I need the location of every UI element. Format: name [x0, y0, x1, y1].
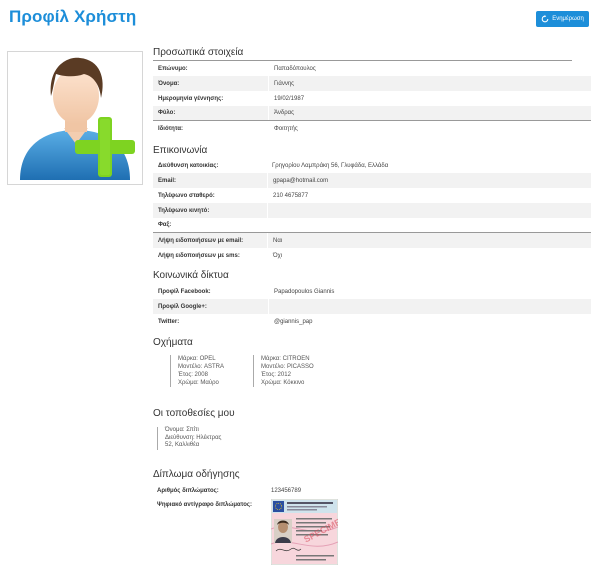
- table-row: Λήψη ειδοποιήσεων με sms: Όχι: [153, 248, 591, 263]
- location-address: Διεύθυνση: Ηλέκτρας: [165, 434, 222, 441]
- row-label: Ιδιότητα:: [158, 125, 184, 132]
- row-value: Ναι: [267, 233, 591, 248]
- social-table: Προφίλ Facebook: Papadopoulos Giannis Πρ…: [153, 284, 591, 329]
- row-value: Φοιτητής: [268, 121, 591, 136]
- row-value: [268, 299, 591, 314]
- row-label: Ημερομηνία γέννησης:: [158, 95, 224, 102]
- table-row: Email: gpapa@hotmail.com: [153, 173, 591, 188]
- vehicle-model: Μοντέλο: PICASSO: [261, 364, 314, 370]
- row-value: Γιάννης: [268, 76, 591, 91]
- page-title: Προφίλ Χρήστη: [9, 7, 137, 26]
- personal-table: Επώνυμο: Παπαδόπουλος Όνομα: Γιάννης Ημε…: [153, 61, 591, 136]
- contact-section-title: Επικοινωνία: [153, 145, 208, 156]
- table-row: Φύλο: Άνδρας: [153, 106, 591, 121]
- vehicle-card: Μάρκα: OPEL Μοντέλο: ASTRA Έτος: 2008 Χρ…: [170, 355, 224, 387]
- refresh-button-label: Ενημέρωση: [552, 16, 584, 22]
- license-image[interactable]: SPECIMEN: [270, 498, 348, 566]
- row-label: Λήψη ειδοποιήσεων με email:: [158, 237, 244, 244]
- license-number-value: 123456789: [271, 488, 302, 494]
- contact-table: Διεύθυνση κατοικίας: Γρηγορίου Λαμπράκη …: [153, 158, 591, 263]
- row-value: 19/02/1987: [268, 91, 591, 106]
- vehicle-brand: Μάρκα: CITROEN: [261, 356, 310, 362]
- vehicle-card: Μάρκα: CITROEN Μοντέλο: PICASSO Έτος: 20…: [253, 355, 314, 387]
- table-row: Τηλέφωνο κινητό:: [153, 203, 591, 218]
- row-label: Φαξ:: [158, 222, 172, 228]
- vehicle-color: Χρώμα: Μαύρο: [178, 380, 219, 386]
- row-label: Τηλέφωνο κινητό:: [158, 207, 210, 214]
- vehicle-year: Έτος: 2012: [261, 372, 291, 378]
- table-row: Φαξ:: [153, 218, 591, 233]
- row-value: gpapa@hotmail.com: [267, 173, 591, 188]
- table-row: Διεύθυνση κατοικίας: Γρηγορίου Λαμπράκη …: [153, 158, 591, 173]
- row-label: Προφίλ Google+:: [158, 303, 207, 310]
- vehicle-color: Χρώμα: Κόκκινο: [261, 380, 305, 386]
- personal-section-title: Προσωπικά στοιχεία: [153, 47, 244, 58]
- row-value: [267, 203, 591, 218]
- refresh-button[interactable]: Ενημέρωση: [536, 11, 589, 27]
- row-value: Όχι: [267, 248, 591, 263]
- table-row: Προφίλ Google+:: [153, 299, 591, 314]
- row-value: Παπαδόπουλος: [268, 61, 591, 76]
- vehicle-year: Έτος: 2008: [178, 372, 208, 378]
- location-name: Όνομα: Σπίτι: [165, 427, 199, 433]
- table-row: Twitter: @giannis_pap: [153, 314, 591, 329]
- row-label: Προφίλ Facebook:: [158, 288, 211, 295]
- social-section-title: Κοινωνικά δίκτυα: [153, 270, 229, 281]
- row-value: Άνδρας: [268, 106, 591, 120]
- driving-license-image: SPECIMEN: [270, 498, 348, 566]
- table-row: Επώνυμο: Παπαδόπουλος: [153, 61, 591, 76]
- license-copy-label: Ψηφιακό αντίγραφο διπλώματος:: [157, 502, 253, 508]
- row-label: Επώνυμο:: [158, 65, 188, 72]
- refresh-icon: [541, 15, 549, 23]
- row-value: Γρηγορίου Λαμπράκη 56, Γλυφάδα, Ελλάδα: [267, 158, 591, 173]
- row-value: Papadopoulos Giannis: [268, 284, 591, 299]
- table-row: Ιδιότητα: Φοιτητής: [153, 121, 591, 136]
- vehicles-section-title: Οχήματα: [153, 337, 193, 348]
- location-card: Όνομα: Σπίτι Διεύθυνση: Ηλέκτρας 52, Καλ…: [157, 427, 242, 450]
- vehicle-brand: Μάρκα: OPEL: [178, 356, 216, 362]
- license-number-label: Αριθμός διπλώματος:: [157, 488, 219, 494]
- table-row: Τηλέφωνο σταθερό: 210 4675877: [153, 188, 591, 203]
- vehicle-model: Μοντέλο: ASTRA: [178, 364, 224, 370]
- row-label: Όνομα:: [158, 80, 180, 87]
- avatar[interactable]: [7, 51, 143, 185]
- row-label: Διεύθυνση κατοικίας:: [158, 162, 219, 169]
- row-label: Λήψη ειδοποιήσεων με sms:: [158, 252, 240, 259]
- table-row: Προφίλ Facebook: Papadopoulos Giannis: [153, 284, 591, 299]
- row-label: Φύλο:: [158, 110, 176, 116]
- locations-section-title: Οι τοποθεσίες μου: [153, 408, 235, 419]
- row-value: @giannis_pap: [268, 314, 591, 329]
- location-address-line2: 52, Καλλιθέα: [165, 442, 200, 448]
- row-label: Email:: [158, 177, 177, 184]
- row-label: Twitter:: [158, 318, 180, 325]
- table-row: Όνομα: Γιάννης: [153, 76, 591, 91]
- row-value: 210 4675877: [267, 188, 591, 203]
- license-section-title: Δίπλωμα οδήγησης: [153, 469, 240, 480]
- user-add-avatar-icon: [20, 57, 135, 180]
- row-label: Τηλέφωνο σταθερό:: [158, 192, 215, 199]
- table-row: Ημερομηνία γέννησης: 19/02/1987: [153, 91, 591, 106]
- row-value: [267, 218, 591, 232]
- table-row: Λήψη ειδοποιήσεων με email: Ναι: [153, 233, 591, 248]
